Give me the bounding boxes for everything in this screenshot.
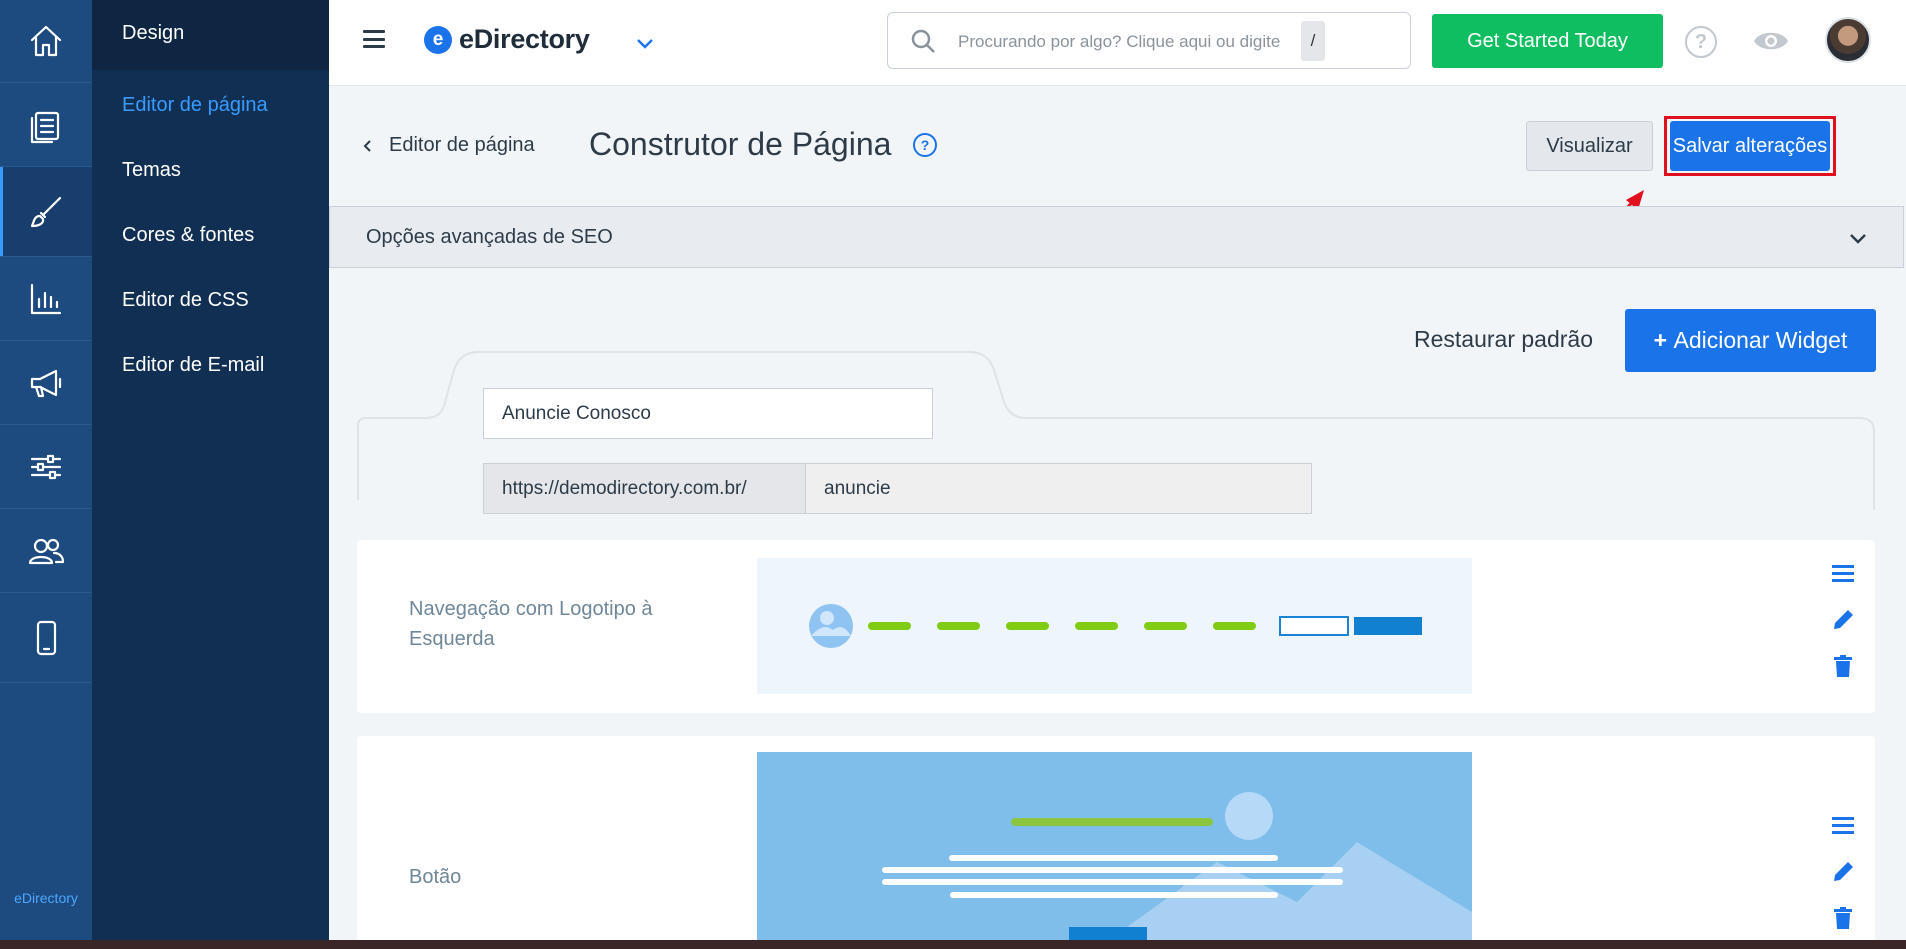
rail-home[interactable] [0, 0, 92, 83]
widget-actions [1829, 560, 1857, 698]
url-prefix: https://demodirectory.com.br/ [483, 463, 806, 514]
page-url-group: https://demodirectory.com.br/ anuncie [483, 463, 1312, 514]
widget-label: Navegação com Logotipo à Esquerda [409, 598, 653, 650]
eye-icon[interactable] [1752, 26, 1790, 61]
back-link[interactable]: Editor de página [361, 134, 535, 157]
avatar[interactable] [1825, 17, 1871, 63]
widget-label: Botão [409, 866, 462, 888]
brand[interactable]: e eDirectory [424, 24, 590, 55]
search-shortcut-key: / [1301, 21, 1325, 61]
rail-marketing[interactable] [0, 341, 92, 425]
help-icon[interactable]: ? [1685, 26, 1717, 58]
hamburger-menu-icon[interactable] [363, 30, 385, 48]
pages-icon [30, 111, 60, 143]
submenu-item-themes[interactable]: Temas [92, 138, 329, 203]
get-started-button[interactable]: Get Started Today [1432, 14, 1663, 68]
page-title: Construtor de Página [589, 126, 892, 162]
rail-design[interactable] [0, 167, 92, 257]
rail-settings[interactable] [0, 425, 92, 509]
brush-icon [30, 196, 62, 227]
bottom-strip [0, 940, 1906, 949]
widget-actions [1829, 812, 1857, 949]
widget-preview-button [757, 752, 1472, 949]
search-icon [911, 29, 935, 53]
seo-accordion-label: Opções avançadas de SEO [366, 226, 613, 248]
rail-brand: eDirectory [14, 890, 78, 906]
preview-button[interactable]: Visualizar [1526, 121, 1653, 171]
restore-default-link[interactable]: Restaurar padrão [1414, 326, 1593, 353]
widget-card: Botão [357, 736, 1875, 949]
widget-card: Navegação com Logotipo à Esquerda [357, 540, 1875, 713]
sliders-icon [30, 454, 62, 479]
submenu-item-css-editor[interactable]: Editor de CSS [92, 268, 329, 333]
chevron-down-icon [1847, 227, 1869, 254]
chevron-down-icon[interactable] [634, 32, 656, 59]
search-input[interactable]: Procurando por algo? Clique aqui ou digi… [887, 12, 1411, 69]
submenu-item-colors-fonts[interactable]: Cores & fontes [92, 203, 329, 268]
design-submenu: Design Editor de página Temas Cores & fo… [92, 0, 329, 940]
icon-rail: eDirectory [0, 0, 92, 940]
top-bar: e eDirectory Procurando por algo? Clique… [329, 0, 1906, 86]
home-icon [30, 25, 62, 57]
rail-users[interactable] [0, 509, 92, 593]
megaphone-icon [30, 369, 62, 397]
drag-handle-icon[interactable] [1829, 560, 1857, 588]
submenu-item-email-editor[interactable]: Editor de E-mail [92, 333, 329, 398]
title-help-icon[interactable]: ? [913, 133, 937, 157]
seo-accordion[interactable]: Opções avançadas de SEO [329, 206, 1904, 268]
url-slug-field[interactable]: anuncie [806, 463, 1312, 514]
drag-handle-icon[interactable] [1829, 812, 1857, 840]
search-placeholder: Procurando por algo? Clique aqui ou digi… [958, 32, 1281, 51]
back-link-label: Editor de página [389, 134, 535, 156]
submenu-heading: Design [92, 0, 329, 70]
users-icon [28, 538, 65, 564]
rail-pages[interactable] [0, 83, 92, 167]
edit-pencil-icon[interactable] [1829, 858, 1857, 886]
page-header: Editor de página Construtor de Página ? … [329, 86, 1906, 264]
rail-reports[interactable] [0, 257, 92, 341]
trash-icon[interactable] [1829, 652, 1857, 680]
trash-icon[interactable] [1829, 904, 1857, 932]
brand-logo: e [424, 25, 452, 54]
chart-icon [30, 283, 62, 314]
chevron-left-icon [363, 139, 371, 152]
rail-mobile[interactable] [0, 593, 92, 683]
save-changes-button[interactable]: Salvar alterações [1670, 121, 1830, 171]
mobile-icon [36, 620, 57, 655]
widget-preview-navigation [757, 558, 1472, 694]
submenu-item-page-editor[interactable]: Editor de página [92, 73, 329, 138]
page-name-field[interactable]: Anuncie Conosco [483, 388, 933, 439]
edit-pencil-icon[interactable] [1829, 606, 1857, 634]
brand-name: eDirectory [459, 24, 590, 54]
